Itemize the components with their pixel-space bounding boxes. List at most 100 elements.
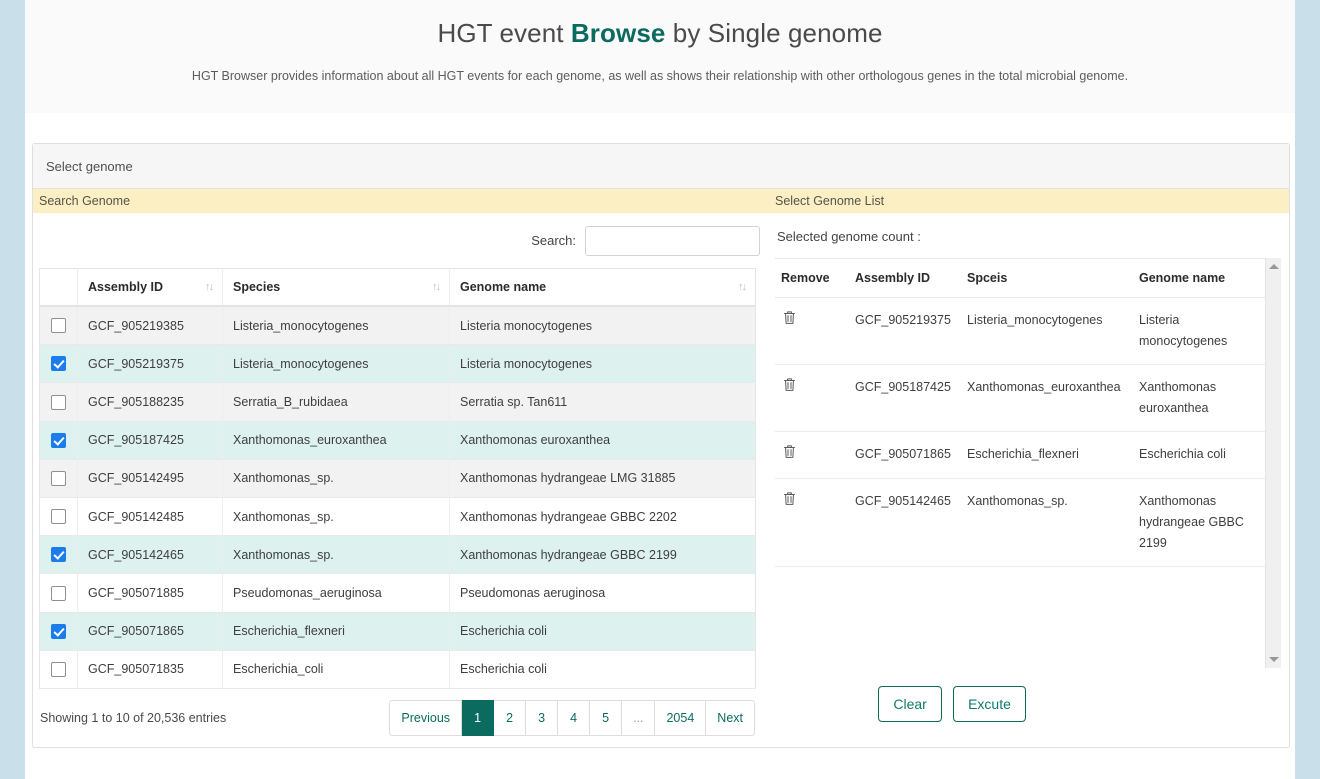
cell-genome-name: Xanthomonas euroxanthea (449, 421, 756, 460)
remove-cell[interactable] (775, 431, 849, 479)
checkbox-unchecked-icon[interactable] (51, 509, 66, 525)
pagination-page-2054[interactable]: 2054 (655, 700, 707, 737)
row-checkbox-cell[interactable] (39, 382, 78, 422)
cell-species: Xanthomonas_euroxanthea (961, 364, 1133, 432)
pagination-page-4[interactable]: 4 (558, 700, 591, 737)
table-row: GCF_905187425 Xanthomonas_euroxanthea Xant… (775, 364, 1267, 432)
section-band: Search Genome Select Genome List (33, 189, 1289, 213)
row-checkbox-cell[interactable] (39, 612, 78, 651)
page-title: HGT event Browse by Single genome (25, 16, 1295, 50)
clear-button[interactable]: Clear (878, 686, 943, 722)
table-row[interactable]: GCF_905219375 Listeria_monocytogenes Liste… (39, 344, 756, 384)
page-title-accent: Browse (570, 18, 666, 48)
remove-cell[interactable] (775, 364, 849, 432)
card-header-label: Select genome (46, 158, 133, 174)
row-checkbox-cell[interactable] (39, 421, 78, 460)
table-row[interactable]: GCF_905071865 Escherichia_flexneri Escheri… (39, 612, 756, 651)
cell-genome-name: Xanthomonas hydrangeae LMG 31885 (449, 459, 756, 499)
selected-table-header-row: Remove Assembly ID Spceis Genome name (775, 259, 1267, 298)
table-row[interactable]: GCF_905142465 Xanthomonas_sp. Xanthomonas … (39, 535, 756, 575)
vertical-scrollbar[interactable] (1265, 258, 1281, 668)
checkbox-unchecked-icon[interactable] (51, 585, 66, 601)
page-subtitle: HGT Browser provides information about a… (191, 69, 1129, 83)
sort-icon[interactable]: ↑↓ (732, 281, 747, 293)
table-row[interactable]: GCF_905219385 Listeria_monocytogenes Liste… (39, 306, 756, 346)
checkbox-unchecked-icon[interactable] (51, 471, 66, 487)
table-row[interactable]: GCF_905071885 Pseudomonas_aeruginosa Pseud… (39, 573, 756, 613)
remove-cell[interactable] (775, 297, 849, 365)
pagination-page-2[interactable]: 2 (494, 700, 527, 737)
checkbox-checked-icon[interactable] (51, 356, 66, 372)
cell-assembly-id: GCF_905142465 (77, 535, 223, 575)
column-header-assembly-id[interactable]: Assembly ID ↑↓ (77, 268, 223, 307)
trash-icon[interactable] (783, 310, 796, 325)
row-checkbox-cell[interactable] (39, 535, 78, 575)
pagination-page-5[interactable]: 5 (590, 700, 623, 737)
row-checkbox-cell[interactable] (39, 459, 78, 499)
genome-table-header-row: Assembly ID ↑↓ Species ↑↓ Genome name ↑↓ (39, 268, 756, 307)
genome-table-body: GCF_905219385 Listeria_monocytogenes Liste… (39, 306, 756, 690)
cell-species: Serratia_B_rubidaea (222, 382, 450, 422)
selected-list-scroll-area: Remove Assembly ID Spceis Genome name GC… (775, 258, 1281, 668)
column-header-genome-name[interactable]: Genome name ↑↓ (449, 268, 756, 307)
pagination-next[interactable]: Next (706, 700, 755, 737)
selected-list-wrapper: Remove Assembly ID Spceis Genome name GC… (775, 258, 1281, 668)
cell-genome-name: Xanthomonas euroxanthea (1133, 364, 1267, 432)
table-row[interactable]: GCF_905071835 Escherichia_coli Escherichia… (39, 650, 756, 690)
scroll-down-arrow-icon[interactable] (1266, 651, 1282, 668)
execute-button[interactable]: Excute (953, 686, 1026, 722)
checkbox-checked-icon[interactable] (51, 432, 66, 448)
table-row[interactable]: GCF_905187425 Xanthomonas_euroxanthea Xant… (39, 421, 756, 460)
trash-icon (784, 445, 795, 458)
remove-cell[interactable] (775, 478, 849, 567)
row-checkbox-cell[interactable] (39, 344, 78, 384)
cell-species: Escherichia_flexneri (961, 431, 1133, 479)
row-checkbox-cell[interactable] (39, 650, 78, 690)
checkbox-checked-icon[interactable] (51, 547, 66, 563)
cell-genome-name: Serratia sp. Tan611 (449, 382, 756, 422)
checkbox-checked-icon[interactable] (51, 623, 66, 639)
pagination-page-1[interactable]: 1 (462, 700, 495, 737)
table-row[interactable]: GCF_905142495 Xanthomonas_sp. Xanthomonas … (39, 459, 756, 499)
cell-genome-name: Escherichia coli (449, 650, 756, 690)
checkbox-unchecked-icon[interactable] (51, 394, 66, 410)
checkbox-unchecked-icon[interactable] (51, 318, 66, 334)
cell-species: Xanthomonas_sp. (961, 478, 1133, 567)
sort-icon[interactable]: ↑↓ (199, 281, 214, 293)
cell-assembly-id: GCF_905188235 (77, 382, 223, 422)
cell-genome-name: Xanthomonas hydrangeae GBBC 2199 (449, 535, 756, 575)
row-checkbox-cell[interactable] (39, 306, 78, 346)
sort-icon[interactable]: ↑↓ (426, 281, 441, 293)
trash-icon[interactable] (783, 491, 796, 506)
trash-icon[interactable] (783, 377, 796, 392)
row-checkbox-cell[interactable] (39, 497, 78, 537)
select-genome-list-band-label: Select Genome List (775, 194, 885, 208)
table-row[interactable]: GCF_905142485 Xanthomonas_sp. Xanthomonas … (39, 497, 756, 537)
cell-assembly-id: GCF_905219375 (849, 297, 961, 365)
checkbox-unchecked-icon[interactable] (51, 662, 66, 678)
column-header-assembly-id: Assembly ID (849, 259, 961, 298)
pagination-page-3[interactable]: 3 (526, 700, 559, 737)
page-container: HGT event Browse by Single genome HGT Br… (25, 0, 1295, 779)
scroll-up-arrow-icon[interactable] (1266, 258, 1282, 275)
table-row[interactable]: GCF_905188235 Serratia_B_rubidaea Serratia… (39, 382, 756, 422)
search-input[interactable] (585, 225, 760, 256)
selected-genome-panel: Selected genome count : Remove Assembly … (767, 213, 1289, 747)
trash-icon[interactable] (783, 444, 796, 459)
cell-assembly-id: GCF_905071885 (77, 573, 223, 613)
select-genome-card: Select genome Search Genome Select Genom… (32, 143, 1290, 749)
pagination-previous[interactable]: Previous (389, 700, 463, 737)
selected-genome-count: Selected genome count : (775, 213, 1281, 258)
selected-genome-count-label: Selected genome count : (777, 229, 921, 244)
cell-genome-name: Xanthomonas hydrangeae GBBC 2202 (449, 497, 756, 537)
row-checkbox-cell[interactable] (39, 573, 78, 613)
cell-species: Listeria_monocytogenes (222, 344, 450, 384)
table-footer: Showing 1 to 10 of 20,536 entries Previo… (39, 689, 756, 747)
column-header-species[interactable]: Species ↑↓ (222, 268, 450, 307)
column-header-checkbox (39, 268, 78, 307)
cell-assembly-id: GCF_905219375 (77, 344, 223, 384)
trash-icon (784, 378, 795, 391)
column-header-species: Spceis (961, 259, 1133, 298)
page-title-prefix: HGT event (437, 18, 571, 48)
cell-assembly-id: GCF_905071835 (77, 650, 223, 690)
